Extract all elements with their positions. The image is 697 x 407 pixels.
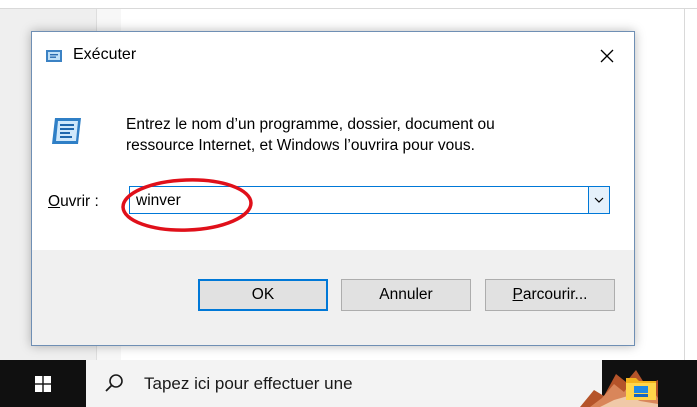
file-explorer-taskbar-button[interactable]: [610, 360, 672, 407]
dialog-description: Entrez le nom d’un programme, dossier, d…: [126, 114, 606, 156]
file-explorer-icon: [626, 378, 656, 400]
title-bar[interactable]: Exécuter: [32, 32, 634, 78]
browse-button[interactable]: Parcourir...: [485, 279, 615, 311]
run-dialog: Exécuter Entrez le nom d’un programme, d…: [31, 31, 635, 346]
open-label: Ouvrir :: [48, 193, 99, 211]
close-icon: [600, 49, 614, 63]
taskbar: Tapez ici pour effectuer une: [0, 360, 697, 407]
browse-accelerator: P: [512, 286, 523, 303]
close-button[interactable]: [589, 40, 625, 72]
background-window-right: [634, 9, 684, 360]
ok-button[interactable]: OK: [198, 279, 328, 311]
open-label-accelerator: O: [48, 193, 61, 210]
taskbar-search-box[interactable]: Tapez ici pour effectuer une: [86, 360, 658, 407]
annotation-circle: [121, 178, 253, 232]
search-placeholder: Tapez ici pour effectuer une: [144, 374, 353, 393]
background-divider-right: [684, 8, 685, 360]
start-button[interactable]: [0, 360, 86, 407]
chevron-down-icon: [594, 197, 604, 203]
dropdown-button[interactable]: [588, 187, 609, 213]
browse-label: arcourir...: [522, 286, 588, 303]
description-line-1: Entrez le nom d’un programme, dossier, d…: [126, 116, 495, 133]
open-label-text: uvrir :: [60, 193, 99, 210]
run-icon: [46, 50, 62, 62]
cancel-button[interactable]: Annuler: [341, 279, 471, 311]
search-icon: [105, 374, 123, 392]
windows-logo-icon: [35, 376, 51, 392]
dialog-title: Exécuter: [73, 46, 137, 63]
run-icon: [52, 118, 81, 144]
description-line-2: ressource Internet, et Windows l’ouvrira…: [126, 137, 475, 154]
